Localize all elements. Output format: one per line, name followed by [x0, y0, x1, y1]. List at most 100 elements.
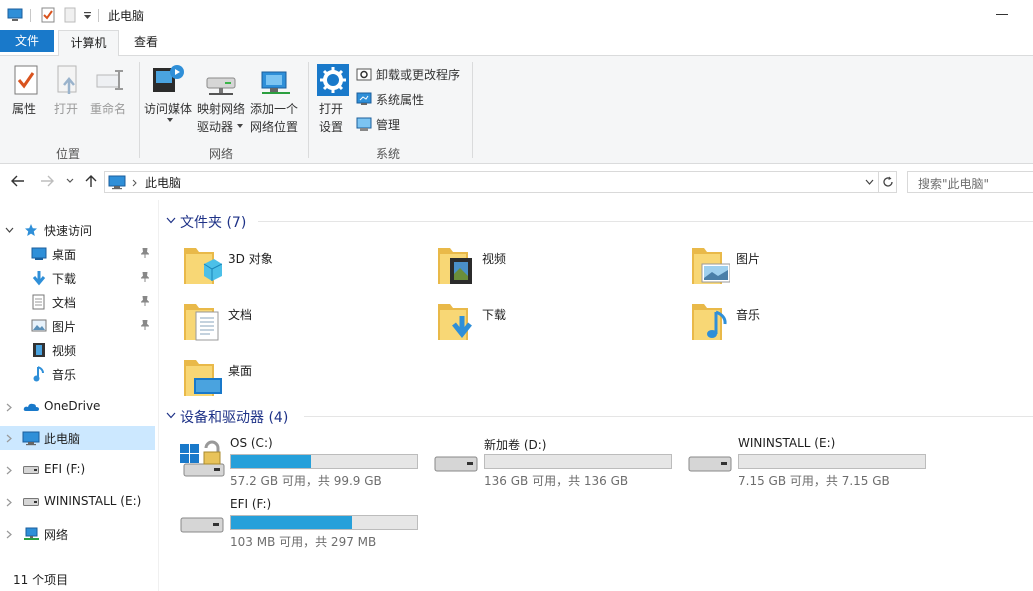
map-drive-label-2: 驱动器	[197, 120, 234, 134]
folder-downloads[interactable]: 下载	[436, 300, 676, 352]
manage-icon	[356, 117, 372, 131]
system-properties-button[interactable]: 系统属性	[356, 89, 456, 109]
nav-network[interactable]: 网络	[0, 522, 155, 546]
nav-label: EFI (F:)	[44, 462, 86, 476]
rename-icon	[96, 70, 123, 90]
folder-music[interactable]: 音乐	[690, 300, 930, 352]
tab-view[interactable]: 查看	[134, 33, 158, 50]
search-box[interactable]: 搜索"此电脑"	[907, 171, 1033, 193]
pin-icon[interactable]	[141, 248, 149, 258]
toolbar-separator	[30, 9, 31, 22]
uninstall-program-button[interactable]: 卸载或更改程序	[356, 64, 466, 84]
drive-e[interactable]: WININSTALL (E:) 7.15 GB 可用，共 7.15 GB	[688, 436, 938, 494]
pin-icon[interactable]	[141, 296, 149, 306]
cloud-icon	[23, 403, 39, 411]
nav-this-pc[interactable]: 此电脑	[0, 426, 155, 450]
folder-videos[interactable]: 视频	[436, 244, 676, 296]
folder-desktop[interactable]: 桌面	[182, 356, 422, 408]
drive-icon	[434, 456, 478, 472]
address-bar[interactable]: 此电脑	[104, 171, 879, 193]
expand-chevron-icon[interactable]	[6, 498, 12, 507]
refresh-icon	[883, 176, 893, 187]
content-area: 文件夹 (7) 3D 对象 视频 图片 文档 下载 音乐 桌面 设备和驱动器 (…	[160, 200, 1033, 570]
folder-3d-objects[interactable]: 3D 对象	[182, 244, 422, 296]
computer-icon	[7, 8, 23, 21]
address-history-chevron-icon[interactable]	[865, 179, 874, 185]
drive-info: 7.15 GB 可用，共 7.15 GB	[738, 474, 890, 488]
nav-label: 桌面	[52, 248, 77, 262]
open-icon	[57, 65, 77, 94]
nav-quick-access[interactable]: 快速访问	[0, 218, 155, 242]
nav-onedrive[interactable]: OneDrive	[0, 395, 155, 419]
pin-icon[interactable]	[141, 320, 149, 330]
dropdown-arrow-icon	[167, 118, 173, 122]
properties-button[interactable]: 属性	[10, 62, 42, 116]
drive-usage-fill	[231, 516, 352, 529]
open-button[interactable]: 打开	[52, 62, 84, 116]
nav-item-desktop[interactable]: 桌面	[0, 242, 155, 266]
breadcrumb-chevron-icon[interactable]	[132, 179, 137, 187]
pane-divider[interactable]	[158, 200, 159, 591]
expand-chevron-icon[interactable]	[6, 466, 12, 475]
nav-item-music[interactable]: 音乐	[0, 362, 155, 386]
drive-usage-bar	[484, 454, 672, 469]
tab-computer[interactable]: 计算机	[58, 30, 119, 56]
minimize-button[interactable]	[996, 14, 1008, 15]
navigation-bar: 此电脑 搜索"此电脑"	[0, 165, 1033, 199]
add-location-label-1: 添加一个	[250, 102, 299, 116]
group-label-system: 系统	[376, 147, 401, 161]
ribbon: 属性 打开 重命名 位置 访问媒体 映射网络 驱动器 添加一个 网络位置 网络 …	[0, 56, 1033, 164]
nav-item-downloads[interactable]: 下载	[0, 266, 155, 290]
uninstall-icon	[356, 68, 372, 81]
nav-label: 视频	[52, 344, 77, 358]
refresh-button[interactable]	[879, 171, 897, 193]
access-media-button[interactable]: 访问媒体	[143, 62, 195, 126]
new-file-qat-icon[interactable]	[62, 7, 78, 23]
expand-chevron-icon[interactable]	[5, 227, 14, 233]
drive-f[interactable]: EFI (F:) 103 MB 可用，共 297 MB	[180, 497, 430, 555]
open-settings-label-2: 设置	[319, 120, 344, 134]
recent-locations-chevron-icon[interactable]	[66, 178, 74, 184]
forward-arrow-icon[interactable]	[40, 175, 54, 187]
nav-label: 网络	[44, 528, 69, 542]
drive-info: 103 MB 可用，共 297 MB	[230, 535, 377, 549]
properties-icon	[14, 65, 38, 95]
title-bar: 此电脑	[0, 0, 1033, 30]
nav-item-documents[interactable]: 文档	[0, 290, 155, 314]
collapse-chevron-icon[interactable]	[166, 217, 176, 224]
nav-label: 音乐	[52, 368, 77, 382]
map-network-drive-button[interactable]: 映射网络 驱动器	[197, 62, 247, 140]
nav-item-pictures[interactable]: 图片	[0, 314, 155, 338]
back-arrow-icon[interactable]	[11, 175, 25, 187]
drives-section-header[interactable]: 设备和驱动器 (4)	[180, 407, 288, 427]
nav-item-videos[interactable]: 视频	[0, 338, 155, 362]
pin-icon[interactable]	[141, 272, 149, 282]
os-drive-icon	[180, 440, 225, 477]
drive-name: EFI (F:)	[230, 497, 272, 511]
folder-documents[interactable]: 文档	[182, 300, 422, 352]
folder-pictures[interactable]: 图片	[690, 244, 930, 296]
expand-chevron-icon[interactable]	[6, 434, 12, 443]
nav-efi-drive[interactable]: EFI (F:)	[0, 458, 155, 482]
open-settings-label-1: 打开	[319, 102, 344, 116]
customize-qat-icon[interactable]	[83, 11, 92, 20]
folders-section-header[interactable]: 文件夹 (7)	[180, 212, 246, 232]
up-arrow-icon[interactable]	[85, 174, 97, 188]
collapse-chevron-icon[interactable]	[166, 412, 176, 419]
manage-button[interactable]: 管理	[356, 114, 416, 134]
expand-chevron-icon[interactable]	[6, 403, 12, 412]
breadcrumb-this-pc[interactable]: 此电脑	[145, 174, 181, 191]
drive-c[interactable]: OS (C:) 57.2 GB 可用，共 99.9 GB	[180, 436, 430, 494]
nav-wininstall-drive[interactable]: WININSTALL (E:)	[0, 490, 155, 514]
open-settings-button[interactable]: 打开 设置	[315, 62, 351, 140]
drive-usage-bar	[230, 515, 418, 530]
properties-qat-icon[interactable]	[40, 7, 56, 23]
system-properties-icon	[356, 92, 372, 105]
rename-button[interactable]: 重命名	[90, 62, 130, 116]
add-network-location-button[interactable]: 添加一个 网络位置	[250, 62, 302, 140]
uninstall-label: 卸载或更改程序	[376, 68, 461, 82]
drive-d[interactable]: 新加卷 (D:) 136 GB 可用，共 136 GB	[434, 436, 684, 494]
folder-name: 图片	[736, 252, 761, 266]
tab-file[interactable]: 文件	[0, 30, 54, 52]
expand-chevron-icon[interactable]	[6, 530, 12, 539]
